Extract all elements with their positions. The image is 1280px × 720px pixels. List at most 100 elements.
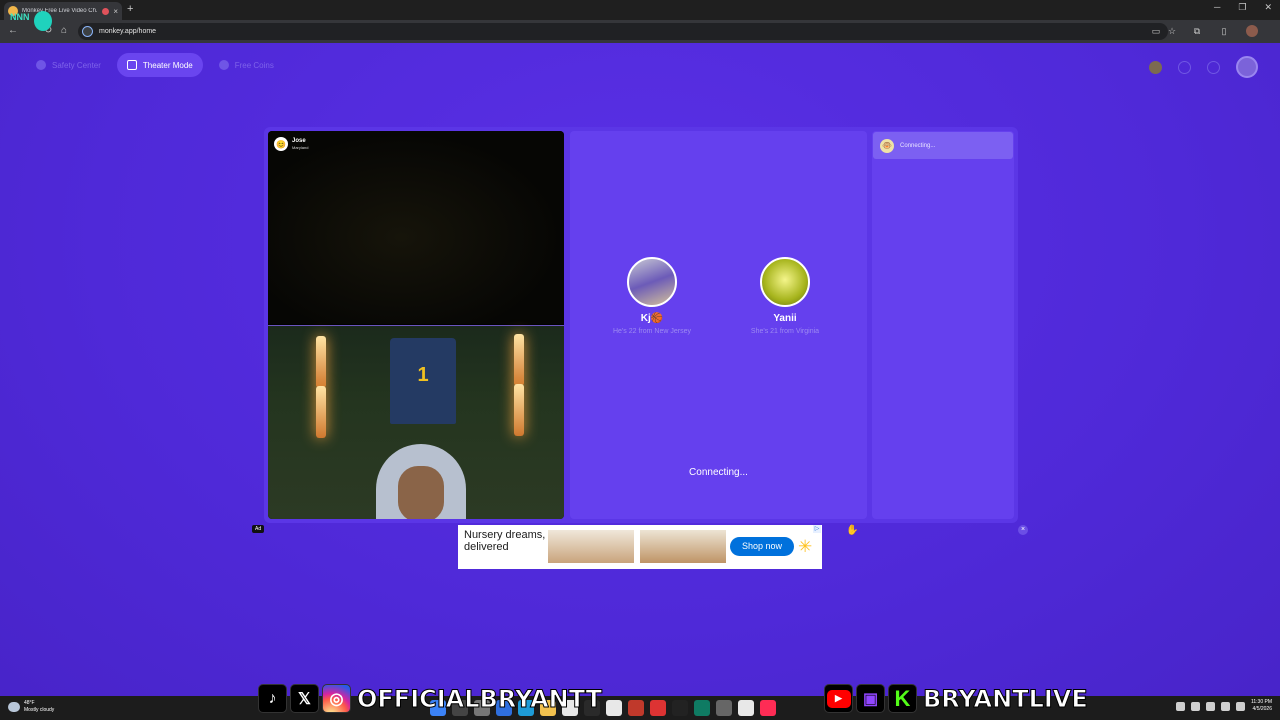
ad-banner[interactable]: Nursery dreams, delivered Shop now ✳ ▷: [458, 525, 822, 569]
url-text: monkey.app/home: [99, 28, 157, 35]
mic-icon[interactable]: [1205, 701, 1215, 711]
youtube-icon: ▶: [824, 684, 853, 713]
ad-close-button[interactable]: ×: [1018, 525, 1028, 535]
home-icon[interactable]: ⌂: [61, 25, 67, 36]
social-overlay-left: ♪ 𝕏 ◎ OFFICIALBRYANTT: [258, 684, 603, 713]
wall-lamp: [316, 336, 326, 388]
profile-detail: He's 22 from New Jersey: [613, 328, 691, 335]
clock[interactable]: 11:30 PM 4/5/2026: [1251, 699, 1272, 713]
chat-status-text: Connecting...: [900, 142, 936, 149]
messages-icon[interactable]: [1207, 60, 1220, 74]
nav-free-coins[interactable]: Free Coins: [209, 53, 284, 77]
extensions-icon[interactable]: ⧉: [1192, 26, 1202, 36]
handle-left: OFFICIALBRYANTT: [356, 684, 603, 713]
jersey-number: 1: [417, 364, 429, 386]
nav-theater-mode[interactable]: Theater Mode: [116, 53, 203, 77]
top-right-nav: [1149, 56, 1258, 78]
site-info-icon[interactable]: [82, 26, 93, 37]
wall-lamp: [514, 334, 524, 386]
clock-time: 11:30 PM: [1250, 699, 1272, 705]
ad-choices-icon[interactable]: ▷: [813, 525, 821, 533]
window-controls: ─ ❐ ✕: [1214, 2, 1272, 13]
restore-button[interactable]: ❐: [1238, 2, 1246, 13]
ad-headline: Nursery dreams, delivered: [464, 529, 546, 553]
connecting-status: Connecting...: [689, 467, 748, 478]
handle-right: BRYANTLIVE: [923, 684, 1089, 713]
ad-label: Ad: [252, 525, 265, 533]
close-window-button[interactable]: ✕: [1264, 2, 1272, 13]
system-tray: 11:30 PM 4/5/2026: [1175, 699, 1272, 713]
app-icon[interactable]: [650, 700, 666, 716]
chat-panel: 🐵 Connecting...: [872, 131, 1014, 519]
self-video: 1: [268, 325, 564, 519]
x-icon: 𝕏: [290, 684, 319, 713]
profile-photo: [760, 257, 810, 307]
kick-icon: K: [888, 684, 917, 713]
tiktok-icon: ♪: [258, 684, 287, 713]
browser-profile-avatar[interactable]: [1246, 25, 1258, 37]
clock-date: 4/5/2026: [1252, 706, 1272, 712]
address-bar[interactable]: monkey.app/home: [78, 23, 1168, 40]
ad-image-elephant: [548, 530, 634, 563]
nav-safety-center[interactable]: Safety Center: [26, 53, 111, 77]
monkey-avatar-icon: 🐵: [880, 138, 894, 153]
chrome-icon[interactable]: [738, 700, 754, 716]
social-overlay-right: ▶ ▣ K BRYANTLIVE: [824, 684, 1088, 713]
remote-video: [268, 131, 564, 324]
tab-title: Monkey Free Live Video Ch...: [22, 8, 99, 14]
app-icon[interactable]: [716, 700, 732, 716]
app-icon[interactable]: [628, 700, 644, 716]
history-icon[interactable]: [1178, 60, 1191, 74]
expand-icon: [126, 60, 137, 70]
gift-icon: [218, 60, 229, 70]
person-face: [398, 466, 444, 519]
top-nav: Safety Center Theater Mode Free Coins: [26, 53, 284, 77]
network-icon[interactable]: [1220, 701, 1230, 711]
user-avatar[interactable]: [1236, 56, 1258, 78]
side-panel-icon[interactable]: ▯: [1219, 26, 1229, 36]
mic-overlay-icon: [34, 11, 52, 31]
profile-name: Kj🏀: [640, 313, 664, 324]
instagram-icon: ◎: [322, 684, 351, 713]
video-panel: 😊 Jose Maryland 1: [268, 131, 564, 519]
app-icon[interactable]: [606, 700, 622, 716]
bookmark-star-icon[interactable]: ☆: [1167, 26, 1177, 36]
shop-now-button[interactable]: Shop now: [730, 537, 794, 556]
shield-icon: [36, 60, 46, 70]
caller-avatar: 😊: [274, 137, 288, 151]
framed-jersey: 1: [390, 338, 456, 424]
match-profile-2[interactable]: Yanii She's 21 from Virginia: [725, 257, 845, 335]
profile-photo: [627, 257, 677, 307]
caller-info: 😊 Jose Maryland: [274, 137, 308, 151]
match-profile-1[interactable]: Kj🏀 He's 22 from New Jersey: [592, 257, 712, 335]
browser-tab-bar: Monkey Free Live Video Ch... × + ─ ❐ ✕: [0, 0, 1280, 20]
wall-lamp: [514, 384, 524, 436]
weather-temp: 48°F: [24, 700, 35, 706]
match-panel: Kj🏀 He's 22 from New Jersey Yanii She's …: [570, 131, 867, 519]
browser-toolbar: ← ↻ ⌂ monkey.app/home ▭ ☆ ⧉ ▯: [0, 20, 1280, 43]
nav-free-coins-label: Free Coins: [234, 60, 274, 70]
walmart-spark-icon: ✳: [798, 537, 813, 556]
chevron-up-icon[interactable]: [1175, 701, 1185, 711]
app-icon[interactable]: [672, 700, 688, 716]
tiktok-taskbar-icon[interactable]: [760, 700, 776, 716]
weather-widget[interactable]: 48°F Mostly cloudy: [8, 700, 54, 714]
new-tab-button[interactable]: +: [127, 3, 133, 15]
profile-detail: She's 21 from Virginia: [750, 328, 820, 335]
caller-location: Maryland: [292, 145, 309, 150]
streamer-logo-icon: NNN: [10, 12, 30, 22]
weather-condition: Mostly cloudy: [24, 707, 55, 713]
windows-taskbar: 48°F Mostly cloudy 11:30 PM 4/5/2026: [0, 696, 1280, 720]
volume-icon[interactable]: [1235, 701, 1245, 711]
tab-close-button[interactable]: ×: [113, 7, 118, 16]
onedrive-icon[interactable]: [1190, 701, 1200, 711]
profile-name: Yanii: [773, 313, 797, 324]
cloud-icon: [8, 702, 20, 712]
cursor-hand-icon: ✋: [846, 525, 859, 536]
twitch-icon: ▣: [856, 684, 885, 713]
coins-icon[interactable]: [1149, 60, 1162, 74]
minimize-button[interactable]: ─: [1214, 2, 1220, 13]
cast-icon[interactable]: ▭: [1151, 26, 1161, 36]
ad-image-shelf: [640, 530, 726, 563]
app-icon[interactable]: [694, 700, 710, 716]
